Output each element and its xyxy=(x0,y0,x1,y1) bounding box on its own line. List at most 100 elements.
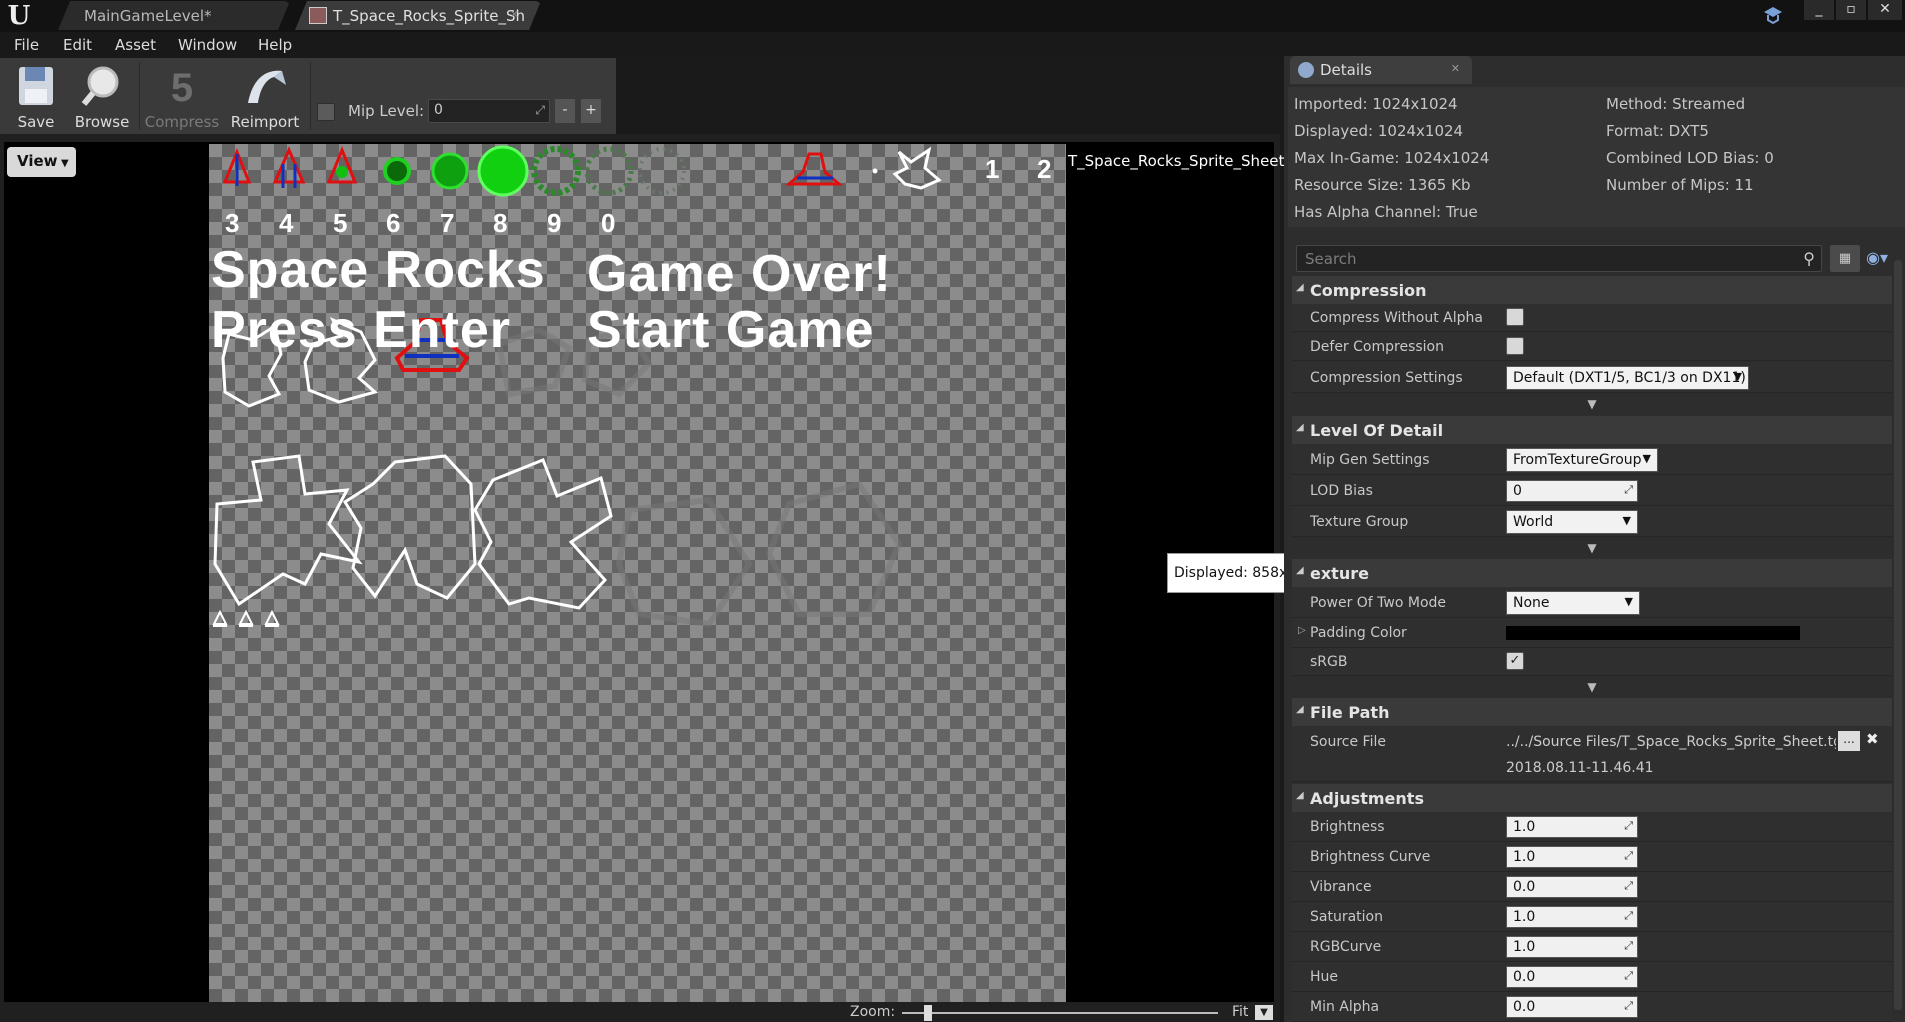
texture-info-box: Imported: 1024x1024 Displayed: 1024x1024… xyxy=(1288,87,1905,227)
menu-edit[interactable]: Edit xyxy=(63,36,92,54)
menu-help[interactable]: Help xyxy=(258,36,292,54)
lod-bias-field[interactable]: 0 ⤢ xyxy=(1506,480,1638,502)
search-input[interactable]: Search ⚲ xyxy=(1296,245,1822,272)
hue-field[interactable]: 0.0 ⤢ xyxy=(1506,966,1638,988)
compress-button[interactable]: 5 Compress xyxy=(142,58,222,134)
tab-main-game-level[interactable]: MainGameLevel* xyxy=(58,1,290,30)
property-matrix-button[interactable]: ▦ xyxy=(1830,245,1860,272)
info-has-alpha: Has Alpha Channel: True xyxy=(1294,203,1478,221)
category-level-of-detail[interactable]: Level Of Detail xyxy=(1292,416,1892,444)
browse-button[interactable]: Browse xyxy=(70,58,134,134)
advanced-expander[interactable]: ▼ xyxy=(1292,397,1892,411)
menu-file[interactable]: File xyxy=(14,36,39,54)
mip-level-label: Mip Level: xyxy=(348,102,425,120)
close-tab-icon[interactable]: ✕ xyxy=(1451,62,1460,75)
info-combined-lod: Combined LOD Bias: 0 xyxy=(1606,149,1774,167)
search-icon: ⚲ xyxy=(1803,249,1815,268)
lives-icons xyxy=(212,609,280,627)
digit-1: 1 xyxy=(985,154,1000,184)
close-tab-icon[interactable]: ✕ xyxy=(510,8,519,21)
minimize-button[interactable]: _ xyxy=(1804,0,1834,20)
zoom-slider-track[interactable] xyxy=(902,1012,1218,1014)
rgb-curve-field[interactable]: 1.0 ⤢ xyxy=(1506,936,1638,958)
explosion-sprites xyxy=(383,145,686,197)
tab-label: T_Space_Rocks_Sprite_Sh xyxy=(333,7,526,25)
ufo-sprite-small xyxy=(784,152,844,186)
tab-texture-editor[interactable]: T_Space_Rocks_Sprite_Sh ✕ xyxy=(295,1,541,30)
info-resource-size: Resource Size: 1365 Kb xyxy=(1294,176,1471,194)
zoom-value[interactable]: Fit xyxy=(1232,1004,1248,1020)
svg-text:5: 5 xyxy=(171,66,193,109)
source-file-timestamp: 2018.08.11-11.46.41 xyxy=(1506,760,1654,776)
chevron-down-icon: ▼ xyxy=(1733,370,1742,383)
info-num-mips: Number of Mips: 11 xyxy=(1606,176,1754,194)
zoom-bar: Zoom: Fit ▼ xyxy=(850,1003,1280,1022)
save-icon xyxy=(19,67,53,105)
digit-6: 6 xyxy=(386,208,401,238)
row-min-alpha: Min Alpha 0.0 ⤢ xyxy=(1292,992,1892,1022)
mip-level-field[interactable]: 0 ⤢ xyxy=(428,99,550,123)
brightness-field[interactable]: 1.0 ⤢ xyxy=(1506,816,1638,838)
category-texture[interactable]: exture xyxy=(1292,559,1892,587)
info-method: Method: Streamed xyxy=(1606,95,1746,113)
menu-window[interactable]: Window xyxy=(178,36,237,54)
zoom-slider-handle[interactable] xyxy=(924,1005,932,1021)
menu-bar: File Edit Asset Window Help xyxy=(0,32,1905,58)
bullet-sprite xyxy=(872,168,878,174)
row-compression-settings: Compression Settings Default (DXT1/5, BC… xyxy=(1292,362,1892,393)
digit-4: 4 xyxy=(279,208,294,238)
category-file-path[interactable]: File Path xyxy=(1292,698,1892,726)
row-vibrance: Vibrance 0.0 ⤢ xyxy=(1292,872,1892,902)
power-of-two-dropdown[interactable]: None ▼ xyxy=(1506,591,1640,615)
ship-sprites xyxy=(222,146,358,188)
min-alpha-field[interactable]: 0.0 ⤢ xyxy=(1506,996,1638,1018)
defer-compression-checkbox[interactable] xyxy=(1506,337,1524,355)
browse-source-button[interactable]: ... xyxy=(1838,731,1860,751)
save-button[interactable]: Save xyxy=(4,58,68,134)
toolbar-separator xyxy=(310,62,311,130)
row-mip-gen-settings: Mip Gen Settings FromTextureGroup ▼ xyxy=(1292,444,1892,475)
advanced-expander[interactable]: ▼ xyxy=(1292,680,1892,694)
padding-color-swatch[interactable] xyxy=(1506,626,1800,640)
chevron-down-icon: ▼ xyxy=(1624,595,1633,608)
chevron-down-icon: ▼ xyxy=(1642,452,1651,465)
compression-settings-dropdown[interactable]: Default (DXT1/5, BC1/3 on DX11) ▼ xyxy=(1506,366,1749,390)
clear-source-button[interactable]: ✖ xyxy=(1866,730,1879,748)
row-defer-compression: Defer Compression xyxy=(1292,333,1892,361)
maximize-button[interactable]: ▫ xyxy=(1836,0,1866,20)
close-window-button[interactable]: ✕ xyxy=(1868,0,1902,20)
saturation-field[interactable]: 1.0 ⤢ xyxy=(1506,906,1638,928)
row-source-file: Source File ../../Source Files/T_Space_R… xyxy=(1292,726,1892,782)
mip-decrease-button[interactable]: - xyxy=(555,99,575,123)
title-bar: U MainGameLevel* T_Space_Rocks_Sprite_Sh… xyxy=(0,0,1905,32)
texture-group-dropdown[interactable]: World ▼ xyxy=(1506,510,1638,534)
reimport-button[interactable]: Reimport xyxy=(224,58,306,134)
advanced-expander[interactable]: ▼ xyxy=(1292,541,1892,555)
vibrance-field[interactable]: 0.0 ⤢ xyxy=(1506,876,1638,898)
mip-gen-settings-dropdown[interactable]: FromTextureGroup ▼ xyxy=(1506,448,1658,472)
digit-3: 3 xyxy=(225,208,240,238)
toolbar: Save Browse 5 Compress Reimport Mip Leve… xyxy=(0,58,616,134)
expand-arrow-icon[interactable]: ▷ xyxy=(1298,625,1306,636)
drag-handle-icon: ⤢ xyxy=(1624,879,1633,892)
source-control-icon[interactable] xyxy=(1762,4,1784,26)
mip-increase-button[interactable]: + xyxy=(581,99,601,123)
category-compression[interactable]: Compression xyxy=(1292,276,1892,304)
details-scrollbar[interactable] xyxy=(1894,260,1902,1010)
mip-level-checkbox[interactable] xyxy=(317,103,335,121)
drag-handle-icon: ⤢ xyxy=(1624,849,1633,862)
space-rocks-text: Space Rocks xyxy=(211,241,546,299)
texture-editor-window: U MainGameLevel* T_Space_Rocks_Sprite_Sh… xyxy=(0,0,1905,1022)
menu-asset[interactable]: Asset xyxy=(115,36,156,54)
zoom-dropdown-icon[interactable]: ▼ xyxy=(1255,1005,1273,1020)
srgb-checkbox[interactable]: ✓ xyxy=(1506,652,1524,670)
drag-handle-icon: ⤢ xyxy=(1624,909,1633,922)
compress-without-alpha-checkbox[interactable] xyxy=(1506,308,1524,326)
tab-details[interactable]: Details ✕ xyxy=(1290,56,1472,84)
rock-tiny-sprite xyxy=(892,146,942,190)
category-adjustments[interactable]: Adjustments xyxy=(1292,784,1892,812)
drag-handle-icon: ⤢ xyxy=(535,103,545,117)
row-hue: Hue 0.0 ⤢ xyxy=(1292,962,1892,992)
brightness-curve-field[interactable]: 1.0 ⤢ xyxy=(1506,846,1638,868)
view-menu-button[interactable]: View ▼ xyxy=(7,147,76,177)
